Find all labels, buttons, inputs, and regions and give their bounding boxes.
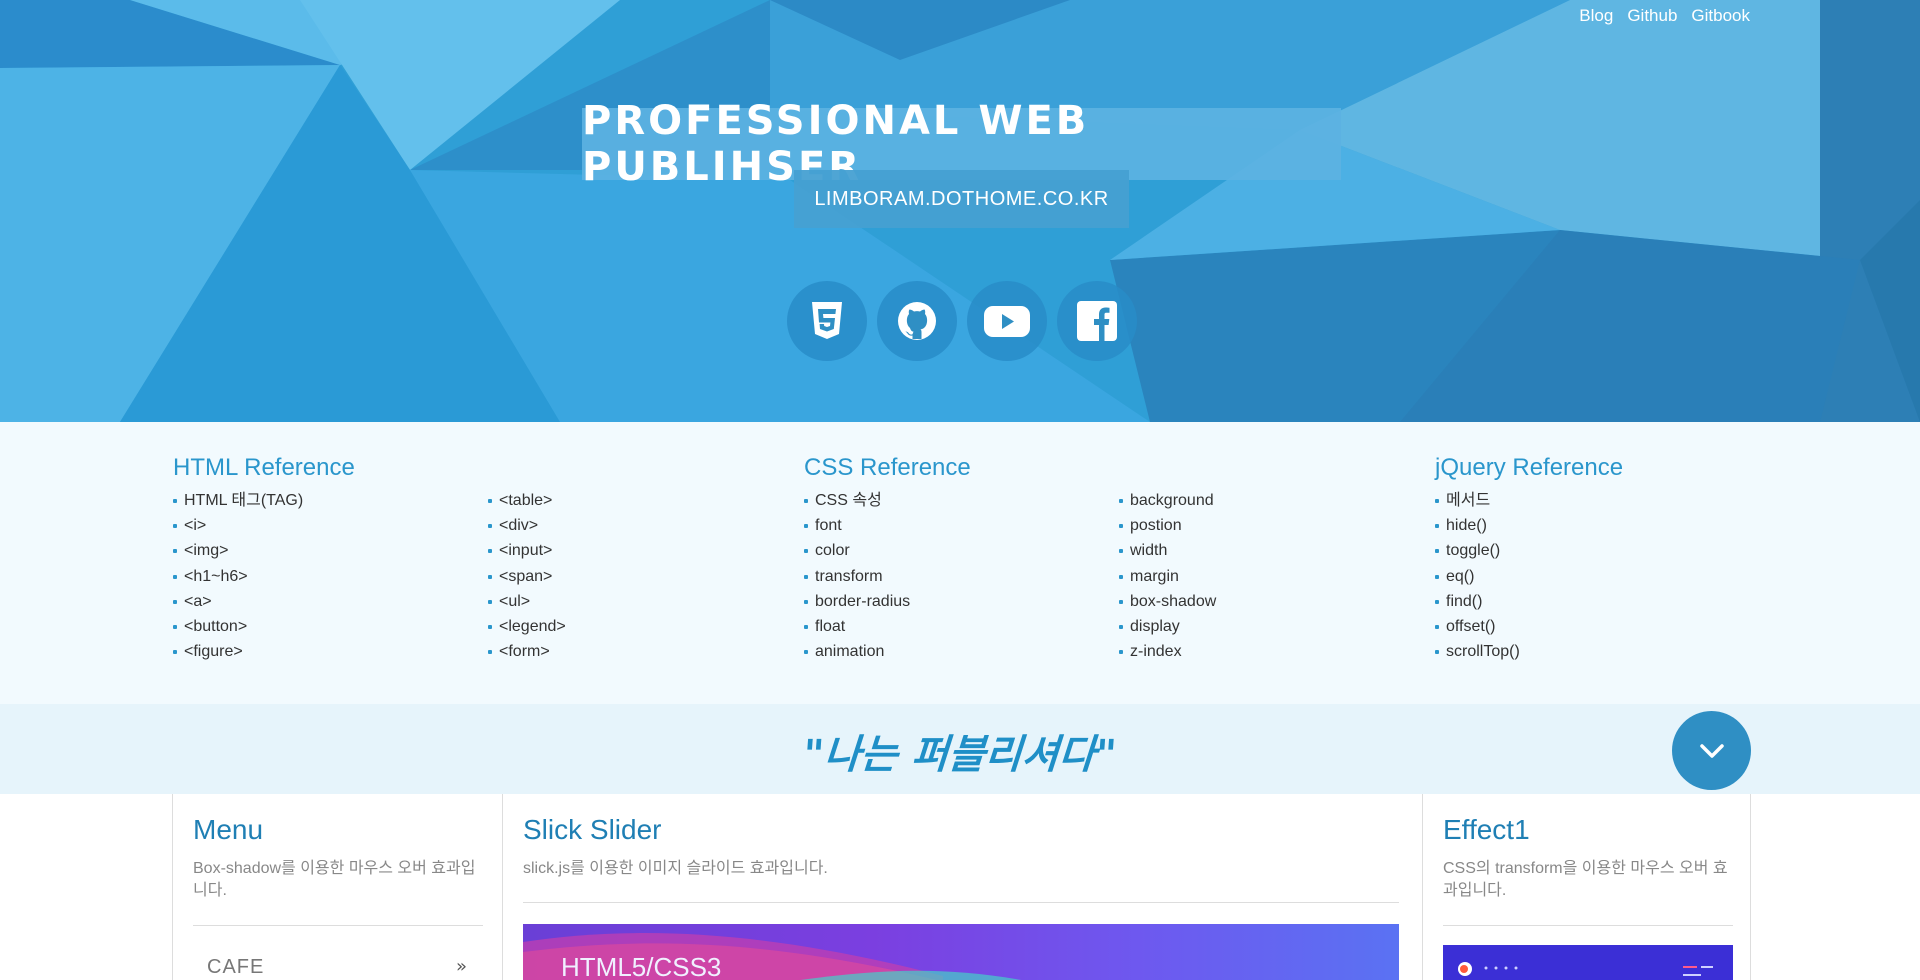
css-reference-title: CSS Reference [804, 454, 971, 481]
html-reference: HTML Reference HTML 태그(TAG) <i> <img> <h… [173, 454, 355, 664]
ref-link[interactable]: offset() [1435, 614, 1623, 639]
css-reference-list-1: CSS 속성 font color transform border-radiu… [804, 488, 971, 664]
html-reference-list-2: <table> <div> <input> <span> <ul> <legen… [488, 488, 566, 664]
ref-link[interactable]: font [804, 513, 971, 538]
menu-item-cafe[interactable]: CAFE [207, 956, 264, 979]
ref-link[interactable]: z-index [1119, 639, 1216, 664]
jquery-reference-title: jQuery Reference [1435, 454, 1624, 481]
ref-link[interactable]: <h1~h6> [173, 564, 355, 589]
ref-link[interactable]: postion [1119, 513, 1216, 538]
facebook-icon [1077, 301, 1117, 341]
ref-link[interactable]: width [1119, 538, 1216, 563]
ref-link[interactable]: <legend> [488, 614, 566, 639]
ref-link[interactable]: background [1119, 488, 1216, 513]
nav-link-blog[interactable]: Blog [1579, 6, 1613, 26]
github-link[interactable] [877, 281, 957, 361]
divider [1443, 925, 1733, 926]
ref-link[interactable]: hide() [1435, 513, 1623, 538]
ref-link[interactable]: float [804, 614, 971, 639]
top-navigation: Blog Github Gitbook [1579, 6, 1750, 26]
ref-link[interactable]: <figure> [173, 639, 355, 664]
css3-icon [812, 302, 842, 339]
html-reference-list-1: HTML 태그(TAG) <i> <img> <h1~h6> <a> <butt… [173, 488, 355, 664]
ref-link[interactable]: <img> [173, 538, 355, 563]
ref-link[interactable]: border-radius [804, 589, 971, 614]
css-reference: CSS Reference CSS 속성 font color transfor… [804, 454, 971, 664]
nav-link-github[interactable]: Github [1627, 6, 1677, 26]
slogan-bar: "나는 퍼블리셔다" [0, 704, 1920, 794]
social-links [787, 281, 1137, 361]
ref-link[interactable]: transform [804, 564, 971, 589]
card-title: Slick Slider [523, 814, 662, 845]
ref-link[interactable]: <button> [173, 614, 355, 639]
ref-link[interactable]: <div> [488, 513, 566, 538]
ref-link[interactable]: CSS 속성 [804, 488, 971, 513]
ref-link[interactable]: <a> [173, 589, 355, 614]
card-description: CSS의 transform을 이용한 마우스 오버 효과입니다. [1443, 860, 1728, 899]
ref-link[interactable]: color [804, 538, 971, 563]
card-slick-slider: Slick Slider slick.js를 이용한 이미지 슬라이드 효과입니… [503, 794, 1423, 980]
hero-banner: Blog Github Gitbook PROFESSIONAL WEB PUB… [0, 0, 1920, 422]
double-chevron-right-icon: » [456, 956, 468, 977]
slide-title: HTML5/CSS3 [561, 952, 722, 980]
html-reference-2: <table> <div> <input> <span> <ul> <legen… [488, 488, 566, 664]
effect-preview-image[interactable] [1443, 945, 1733, 980]
ref-link[interactable]: 메서드 [1435, 488, 1623, 513]
ref-link[interactable]: <ul> [488, 589, 566, 614]
ref-link[interactable]: <table> [488, 488, 566, 513]
card-description: Box-shadow를 이용한 마우스 오버 효과입니다. [193, 860, 476, 899]
facebook-link[interactable] [1057, 281, 1137, 361]
slide-image[interactable]: HTML5/CSS3 [523, 924, 1399, 980]
ref-link[interactable]: box-shadow [1119, 589, 1216, 614]
ref-link[interactable]: animation [804, 639, 971, 664]
ref-link[interactable]: toggle() [1435, 538, 1623, 563]
css-reference-list-2: background postion width margin box-shad… [1119, 488, 1216, 664]
jquery-reference-list: 메서드 hide() toggle() eq() find() offset()… [1435, 488, 1623, 664]
ref-link[interactable]: find() [1435, 589, 1623, 614]
portfolio-cards: Menu Box-shadow를 이용한 마우스 오버 효과입니다. CAFE … [172, 794, 1751, 980]
css-reference-2: background postion width margin box-shad… [1119, 488, 1216, 664]
effect-preview-graphic [1458, 962, 1713, 976]
scroll-down-button[interactable] [1672, 711, 1751, 790]
hero-subtitle: LIMBORAM.DOTHOME.CO.KR [814, 187, 1109, 210]
card-effect1: Effect1 CSS의 transform을 이용한 마우스 오버 효과입니다… [1423, 794, 1751, 980]
ref-link[interactable]: display [1119, 614, 1216, 639]
ref-link[interactable]: <input> [488, 538, 566, 563]
youtube-icon [984, 306, 1030, 337]
github-icon [898, 302, 936, 340]
divider [523, 902, 1399, 903]
ref-link[interactable]: <span> [488, 564, 566, 589]
reference-section: HTML Reference HTML 태그(TAG) <i> <img> <h… [0, 422, 1920, 704]
ref-link[interactable]: scrollTop() [1435, 639, 1623, 664]
card-menu: Menu Box-shadow를 이용한 마우스 오버 효과입니다. CAFE … [173, 794, 503, 980]
chevron-down-icon [1699, 743, 1724, 758]
html-reference-title: HTML Reference [173, 454, 355, 481]
card-description: slick.js를 이용한 이미지 슬라이드 효과입니다. [523, 860, 828, 877]
ref-link[interactable]: margin [1119, 564, 1216, 589]
ref-link[interactable]: HTML 태그(TAG) [173, 488, 355, 513]
hero-subtitle-box: LIMBORAM.DOTHOME.CO.KR [794, 170, 1129, 228]
divider [193, 925, 483, 926]
ref-link[interactable]: eq() [1435, 564, 1623, 589]
css3-link[interactable] [787, 281, 867, 361]
ref-link[interactable]: <i> [173, 513, 355, 538]
card-title: Menu [193, 814, 264, 845]
jquery-reference: jQuery Reference 메서드 hide() toggle() eq(… [1435, 454, 1623, 664]
ref-link[interactable]: <form> [488, 639, 566, 664]
nav-link-gitbook[interactable]: Gitbook [1691, 6, 1750, 26]
slogan-text: "나는 퍼블리셔다" [801, 731, 1119, 778]
youtube-link[interactable] [967, 281, 1047, 361]
card-title: Effect1 [1443, 814, 1530, 845]
